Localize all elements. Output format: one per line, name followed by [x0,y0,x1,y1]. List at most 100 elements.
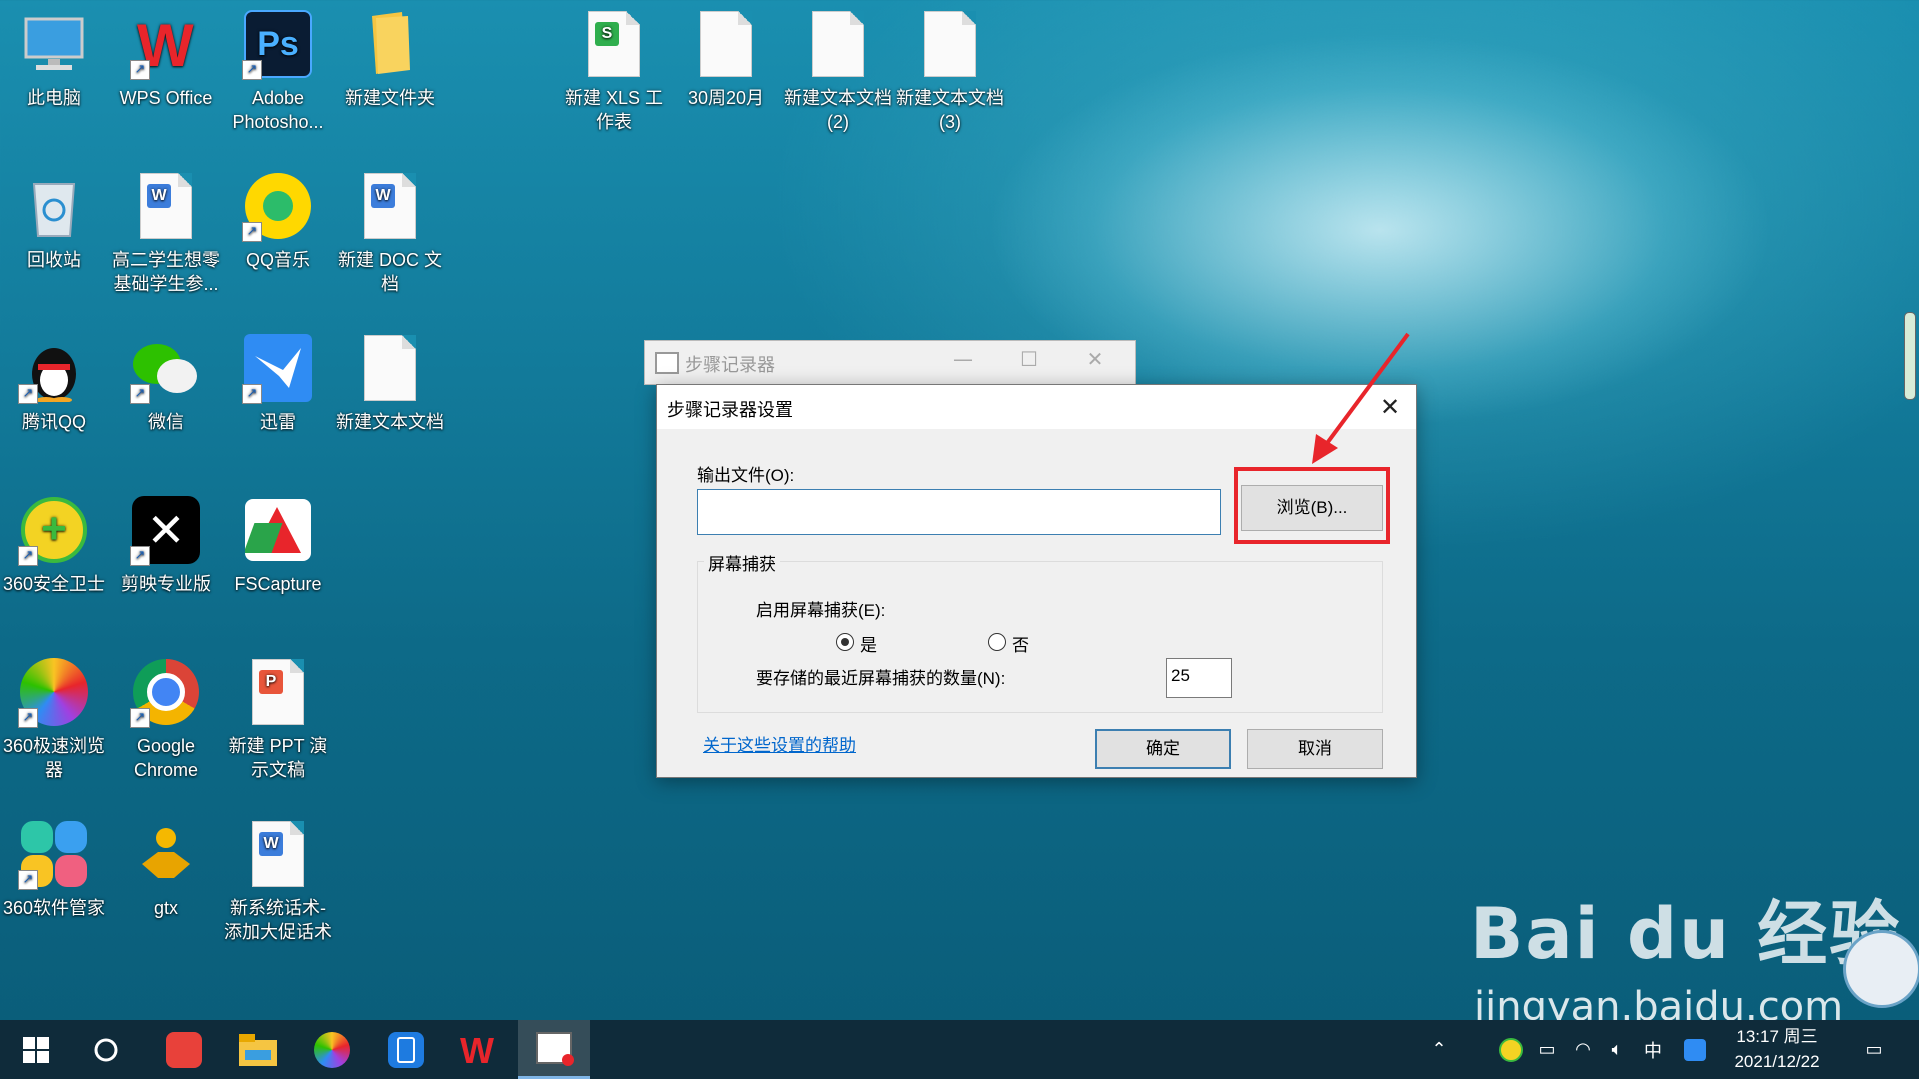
desktop-icon-new-doc[interactable]: 新建 DOC 文档 [334,170,446,296]
close-button[interactable]: ✕ [1075,347,1115,371]
search-icon [94,1038,118,1061]
folder-icon [354,8,426,80]
clock-date: 2021/12/22 [1734,1052,1820,1071]
output-file-label: 输出文件(O): [697,466,795,485]
desktop-icon-label: FSCapture [234,574,322,594]
desktop-icon-doc-student[interactable]: 高二学生想零基础学生参... [110,170,222,296]
ime-indicator[interactable]: 中 [1638,1020,1668,1079]
desktop-icon-label: 回收站 [27,250,81,270]
desktop-icon-30w20m[interactable]: 30周20月 [670,8,782,110]
assistant-avatar-icon[interactable] [1843,930,1919,1008]
qq-music-icon: ↗ [242,170,314,242]
tablet-icon [388,1031,424,1068]
wifi-icon[interactable]: ◠ [1568,1020,1598,1079]
desktop-icon-new-ppt[interactable]: 新建 PPT 演示文稿 [222,656,334,782]
shortcut-arrow-icon: ↗ [18,708,38,728]
dialog-title: 步骤记录器设置 [667,400,793,420]
side-handle[interactable] [1904,312,1916,400]
fscapture-icon [242,494,314,566]
shortcut-arrow-icon: ↗ [242,60,262,80]
desktop-icon-label: 30周20月 [687,88,765,108]
taskbar-file-explorer[interactable] [222,1020,294,1079]
taskbar-tablet-app[interactable] [370,1020,442,1079]
word-doc-icon [242,818,314,890]
text-file-icon [690,8,762,80]
ok-button[interactable]: 确定 [1095,729,1231,769]
desktop-icon-new-system[interactable]: 新系统话术-添加大促话术 [222,818,334,944]
shortcut-arrow-icon: ↗ [18,384,38,404]
desktop-icon-label: 新建文本文档 [336,412,444,432]
capture-count-input[interactable]: 25 [1166,658,1232,698]
desktop-icon-new-xls[interactable]: 新建 XLS 工作表 [558,8,670,134]
desktop-icon-360-safe[interactable]: + ↗ 360安全卫士 [0,494,110,596]
desktop-icon-360-soft[interactable]: ↗ 360软件管家 [0,818,110,920]
shortcut-arrow-icon: ↗ [18,870,38,890]
desktop-icon-xunlei[interactable]: ↗ 迅雷 [222,332,334,434]
text-file-icon [802,8,874,80]
360-safe-icon: + ↗ [18,494,90,566]
cancel-button[interactable]: 取消 [1247,729,1383,769]
360-browser-icon: ↗ [18,656,90,728]
desktop-icon-label: 高二学生想零基础学生参... [112,250,220,294]
desktop-icon-label: Adobe Photosho... [232,88,324,132]
desktop-icon-label: 新建 XLS 工作表 [564,88,664,132]
desktop-icon-chrome[interactable]: ↗ Google Chrome [110,656,222,782]
desktop-icon-gtx[interactable]: gtx [110,818,222,920]
desktop-icon-label: WPS Office [119,88,213,108]
xunlei-bird-icon: ↗ [242,332,314,404]
photoshop-icon: Ps ↗ [242,8,314,80]
shortcut-arrow-icon: ↗ [130,546,150,566]
desktop-icon-label: 360安全卫士 [2,574,106,594]
desktop-icon-label: 新系统话术-添加大促话术 [224,898,332,942]
360-tray-icon[interactable] [1496,1020,1526,1079]
desktop-icon-text-2[interactable]: 新建文本文档 (2) [782,8,894,134]
notification-center-icon[interactable]: ▭ [1854,1020,1894,1079]
minimize-button[interactable]: — [943,347,983,371]
output-file-input[interactable] [697,489,1221,535]
radio-no[interactable] [988,633,1006,651]
desktop-icon-text-3[interactable]: 新建文本文档 (3) [894,8,1006,134]
desktop-icon-new-text[interactable]: 新建文本文档 [334,332,446,434]
desktop-icon-wps-office[interactable]: W ↗ WPS Office [110,8,222,110]
show-hidden-icons-chevron-icon[interactable]: ⌃ [1424,1020,1454,1079]
maximize-button[interactable]: ☐ [1009,347,1049,371]
battery-icon[interactable]: ▭ [1532,1020,1562,1079]
desktop-icon-recycle-bin[interactable]: 回收站 [0,170,110,272]
desktop-icon-photoshop[interactable]: Ps ↗ Adobe Photosho... [222,8,334,134]
radio-yes[interactable] [836,633,854,651]
taskbar-360-browser[interactable] [296,1020,368,1079]
taskbar-wps[interactable]: W [444,1020,516,1079]
taskbar: W ⌃ ▭ ◠ 🔈︎ 中 13:17 周三 2021/12/22 ▭ [0,1020,1919,1079]
desktop-icon-jianying[interactable]: ✕ ↗ 剪映专业版 [110,494,222,596]
shortcut-arrow-icon: ↗ [242,384,262,404]
help-link[interactable]: 关于这些设置的帮助 [703,731,856,756]
desktop-icon-qq-music[interactable]: ↗ QQ音乐 [222,170,334,272]
360-software-manager-icon: ↗ [18,818,90,890]
qq-tray-icon[interactable] [1680,1020,1710,1079]
windows-icon [23,1036,49,1063]
group-title: 屏幕捕获 [704,550,780,575]
start-button[interactable] [0,1020,72,1079]
desktop-icon-wechat[interactable]: ↗ 微信 [110,332,222,434]
shortcut-arrow-icon: ↗ [242,222,262,242]
radio-yes-label: 是 [860,636,877,655]
desktop-icon-qq[interactable]: ↗ 腾讯QQ [0,332,110,434]
desktop-icon-fscapture[interactable]: FSCapture [222,494,334,596]
desktop-icon-360-browser[interactable]: ↗ 360极速浏览器 [0,656,110,782]
svg-text:W: W [460,1033,494,1067]
steps-recorder-icon [536,1032,574,1066]
search-button[interactable] [70,1020,142,1079]
desktop-icon-this-pc[interactable]: 此电脑 [0,8,110,110]
window-title: 步骤记录器 [685,355,775,375]
taskbar-steps-recorder[interactable] [518,1020,590,1079]
jianying-icon: ✕ ↗ [130,494,202,566]
desktop-icon-new-folder[interactable]: 新建文件夹 [334,8,446,110]
file-explorer-icon [239,1033,277,1066]
ppt-doc-icon [242,656,314,728]
wechat-icon: ↗ [130,332,202,404]
word-doc-icon [354,170,426,242]
desktop-icon-label: 新建 DOC 文档 [337,250,442,294]
system-clock[interactable]: 13:17 周三 2021/12/22 [1722,1024,1832,1074]
taskbar-app-red[interactable] [148,1020,220,1079]
volume-icon[interactable]: 🔈︎ [1602,1020,1632,1079]
